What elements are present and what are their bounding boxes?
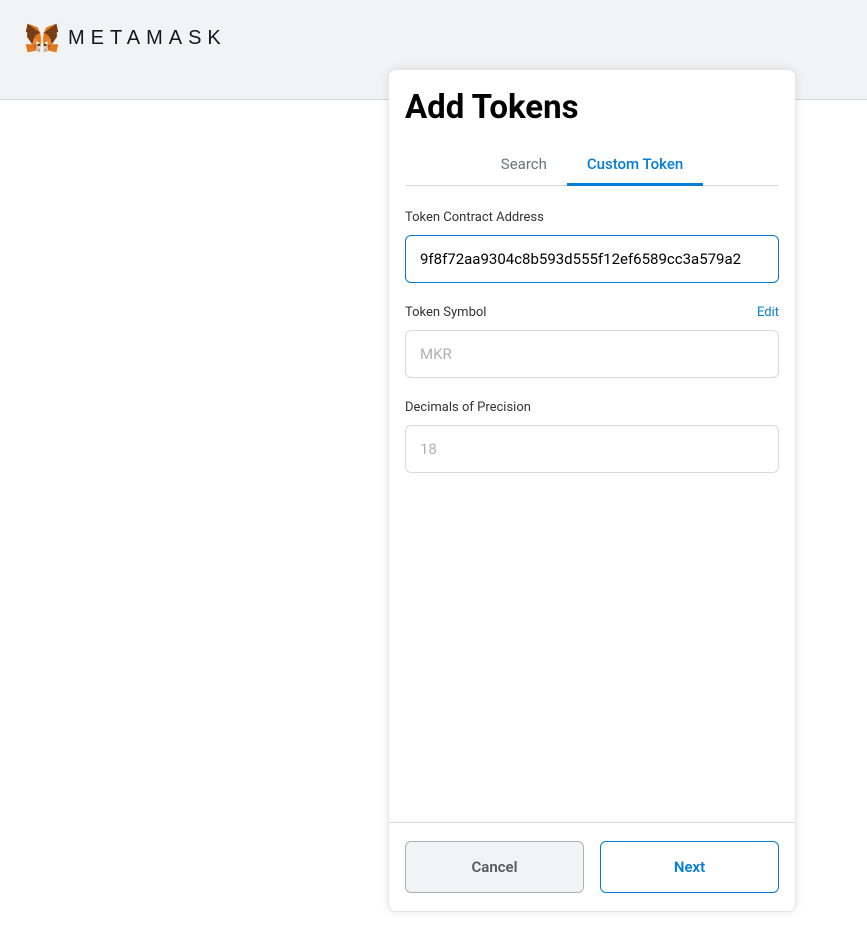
tabs: Search Custom Token: [405, 145, 779, 186]
tab-custom-token[interactable]: Custom Token: [567, 145, 703, 185]
modal-title: Add Tokens: [405, 88, 779, 127]
label-contract-address: Token Contract Address: [405, 210, 544, 225]
contract-address-input[interactable]: [405, 235, 779, 283]
field-decimals: Decimals of Precision: [405, 400, 779, 473]
tab-search[interactable]: Search: [481, 145, 567, 185]
cancel-button[interactable]: Cancel: [405, 841, 584, 893]
field-token-symbol: Token Symbol Edit: [405, 305, 779, 378]
label-token-symbol: Token Symbol: [405, 305, 486, 320]
decimals-input[interactable]: [405, 425, 779, 473]
brand-logo: METAMASK: [24, 20, 843, 56]
next-button[interactable]: Next: [600, 841, 779, 893]
label-decimals: Decimals of Precision: [405, 400, 531, 415]
field-contract-address: Token Contract Address: [405, 210, 779, 283]
modal-header: Add Tokens Search Custom Token: [389, 70, 795, 186]
edit-symbol-link[interactable]: Edit: [757, 305, 779, 320]
form-body: Token Contract Address Token Symbol Edit…: [389, 186, 795, 822]
brand-name: METAMASK: [68, 27, 227, 50]
token-symbol-input[interactable]: [405, 330, 779, 378]
modal-footer: Cancel Next: [389, 822, 795, 911]
metamask-fox-icon: [24, 20, 60, 56]
add-tokens-modal: Add Tokens Search Custom Token Token Con…: [388, 69, 796, 912]
